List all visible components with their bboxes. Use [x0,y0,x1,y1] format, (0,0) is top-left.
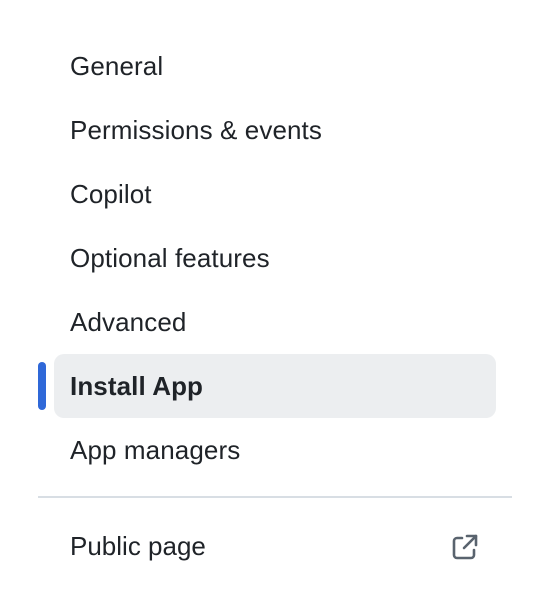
selected-indicator [38,362,46,410]
settings-sidebar-nav: General Permissions & events Copilot Opt… [0,34,546,482]
nav-item-general[interactable]: General [0,34,546,98]
nav-item-install-app[interactable]: Install App [0,354,546,418]
nav-item-app-managers[interactable]: App managers [0,418,546,482]
public-page-label: Public page [70,531,206,561]
nav-item-label: Permissions & events [70,115,322,145]
nav-item-optional-features[interactable]: Optional features [0,226,546,290]
nav-item-copilot[interactable]: Copilot [0,162,546,226]
nav-item-label: Optional features [70,243,270,273]
nav-divider [38,496,512,498]
nav-item-label: Advanced [70,307,187,337]
public-page-link[interactable]: Public page [0,514,546,578]
nav-item-label: General [70,51,164,81]
nav-item-label: Copilot [70,179,152,209]
nav-item-advanced[interactable]: Advanced [0,290,546,354]
nav-item-label: Install App [70,371,204,401]
nav-item-label: App managers [70,435,241,465]
nav-item-permissions-events[interactable]: Permissions & events [0,98,546,162]
external-link-icon [452,534,478,560]
